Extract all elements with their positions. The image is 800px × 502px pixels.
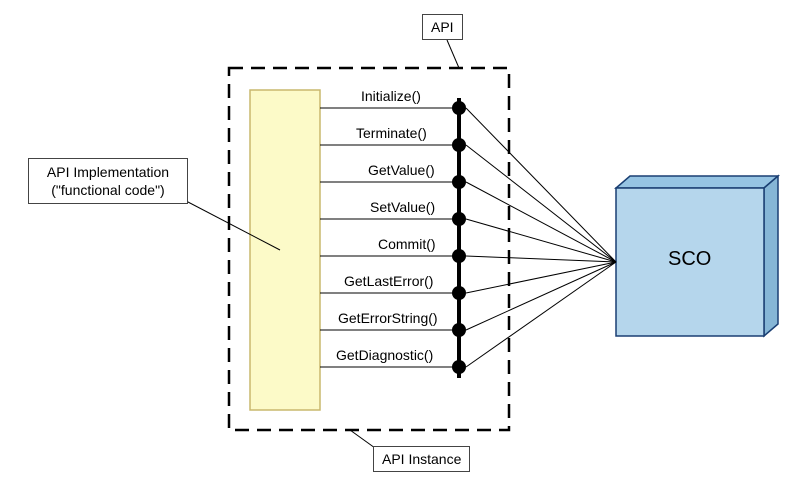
method-to-sco-line	[466, 256, 616, 262]
api-label-box: API	[422, 14, 463, 40]
method-connectors	[320, 101, 616, 374]
method-port-dot	[452, 101, 466, 115]
api-implementation-label-box: API Implementation ("functional code")	[28, 158, 188, 204]
api-implementation-rect	[250, 90, 320, 410]
api-implementation-l2: ("functional code")	[51, 182, 164, 198]
method-to-sco-line	[466, 182, 616, 262]
method-to-sco-line	[466, 108, 616, 262]
method-port-dot	[452, 212, 466, 226]
method-to-sco-line	[466, 145, 616, 262]
method-port-dot	[452, 175, 466, 189]
sco-label-text: SCO	[668, 248, 711, 270]
method-label: GetErrorString()	[338, 310, 438, 326]
method-port-dot	[452, 286, 466, 300]
api-label-text: API	[431, 19, 454, 35]
sco-label: SCO	[668, 248, 711, 271]
api-label-connector	[447, 40, 459, 68]
api-instance-label-text: API Instance	[382, 451, 461, 467]
method-port-dot	[452, 360, 466, 374]
method-label: SetValue()	[370, 199, 435, 215]
method-label: GetDiagnostic()	[336, 347, 433, 363]
method-port-dot	[452, 323, 466, 337]
method-port-dot	[452, 249, 466, 263]
method-to-sco-line	[466, 262, 616, 330]
method-port-dot	[452, 138, 466, 152]
method-label: Initialize()	[361, 88, 421, 104]
method-label: GetLastError()	[344, 273, 433, 289]
api-implementation-l1: API Implementation	[47, 164, 169, 180]
method-to-sco-line	[466, 219, 616, 262]
method-label: Terminate()	[356, 125, 427, 141]
api-instance-label-box: API Instance	[373, 446, 470, 472]
method-label: Commit()	[378, 236, 436, 252]
api-instance-connector	[350, 430, 375, 448]
method-label: GetValue()	[368, 162, 435, 178]
